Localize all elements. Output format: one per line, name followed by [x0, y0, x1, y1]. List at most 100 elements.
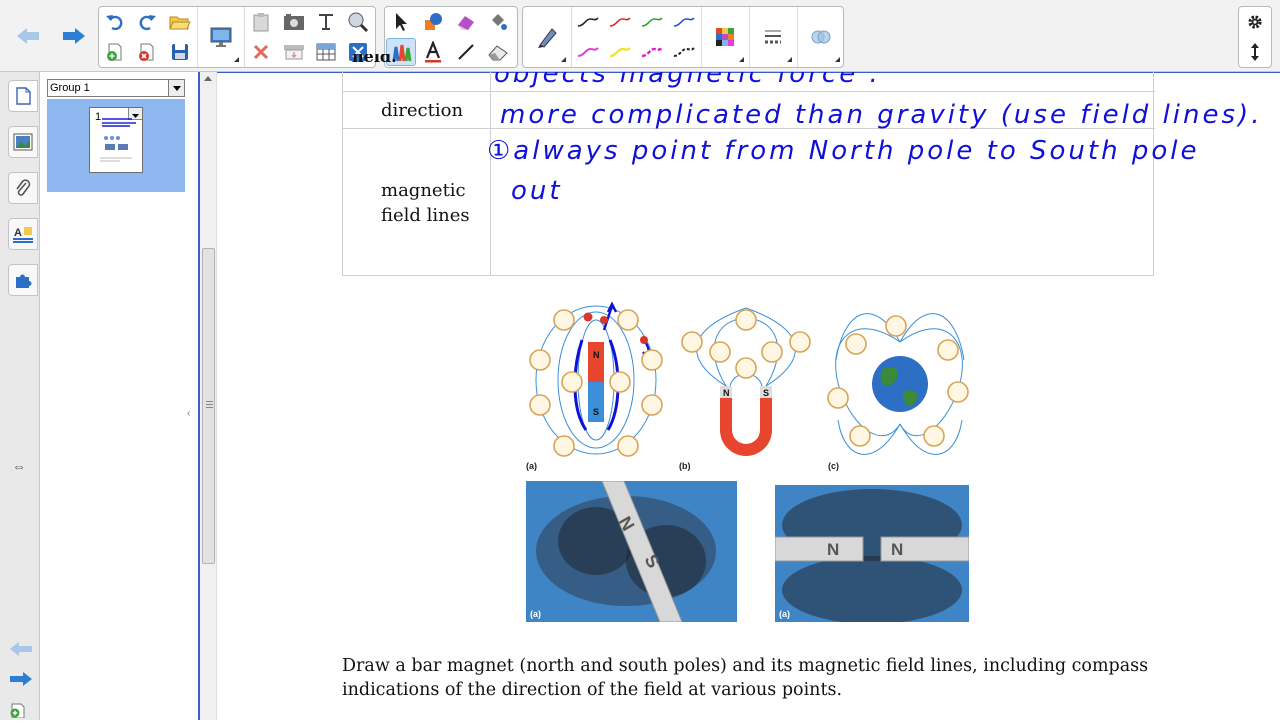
highlighter-preset-yellow[interactable] [605, 38, 635, 66]
vertical-scrollbar[interactable] [200, 72, 217, 720]
redo-button[interactable] [132, 8, 162, 36]
row-label-magnetic: magnetic [381, 180, 466, 201]
cursor-arrow-icon [396, 13, 407, 31]
undo-button[interactable] [100, 8, 130, 36]
puzzle-piece-icon [16, 274, 32, 288]
settings-group [1238, 6, 1272, 68]
scroll-up-icon[interactable] [204, 76, 212, 81]
svg-text:A: A [14, 227, 22, 239]
highlighter-preset-magenta[interactable] [573, 38, 603, 66]
screen-shade-icon [284, 45, 304, 60]
gallery-icon [13, 133, 33, 151]
squiggle-magenta-icon [577, 47, 599, 57]
line-style-button[interactable] [755, 8, 791, 66]
magnetic-field-diagrams[interactable]: N S (a) N S (b) (c) [524, 300, 974, 475]
scrollbar-thumb[interactable] [202, 248, 215, 564]
eraser-icon [458, 16, 474, 30]
bar-magnet-n-label: N [593, 350, 600, 360]
paste-button[interactable] [246, 8, 276, 36]
screen-capture-button[interactable] [279, 8, 309, 36]
add-page-icon [10, 703, 25, 719]
save-button[interactable] [165, 38, 195, 66]
attachments-tab[interactable] [8, 172, 38, 204]
resize-sorter-icon[interactable]: ⇔ [12, 458, 26, 474]
clipboard-icon [253, 13, 269, 32]
pen-preset-dashed-magenta[interactable] [637, 38, 667, 66]
open-file-button[interactable] [165, 8, 195, 36]
row-label-field-lines: field lines [381, 205, 470, 226]
text-tool[interactable] [418, 38, 448, 66]
squiggle-red-icon [609, 17, 631, 27]
eraser-tool-top[interactable] [451, 8, 481, 36]
pen-icon [538, 28, 557, 48]
page-sorter-tab[interactable] [8, 80, 38, 112]
paperclip-icon [16, 179, 31, 196]
line-icon [458, 44, 474, 60]
toolbar-position-button[interactable] [1240, 38, 1270, 66]
properties-tab[interactable]: A [8, 218, 38, 250]
gallery-tab[interactable] [8, 126, 38, 158]
pen-preset-red[interactable] [605, 8, 635, 36]
eraser-icon [488, 45, 508, 61]
pen-preset-green[interactable] [637, 8, 667, 36]
ink-note-out: out [511, 176, 563, 206]
iron-filings-photo-1[interactable]: N S (a) [526, 481, 737, 622]
sidebar-previous-page-button[interactable] [8, 640, 34, 663]
pen-preset-dashed-black[interactable] [669, 38, 699, 66]
monitor-icon [210, 27, 232, 47]
fill-tool[interactable] [483, 8, 513, 36]
delete-page-button[interactable] [132, 38, 162, 66]
diagram-b-label: (b) [679, 461, 691, 471]
line-tool[interactable] [451, 38, 481, 66]
squiggle-dashed-magenta-icon [641, 47, 663, 58]
arrow-right-icon [10, 672, 32, 686]
row-label-field: field. [352, 54, 397, 64]
ink-note-row1-clip: objects magnetic force . [490, 72, 890, 90]
shapes-tool[interactable] [418, 8, 448, 36]
previous-page-button[interactable] [10, 7, 46, 65]
line-weight-icon [765, 30, 781, 44]
pen-type-button[interactable] [529, 8, 565, 66]
next-page-button[interactable] [56, 7, 92, 65]
instructions-text: Draw a bar magnet (north and south poles… [342, 654, 1162, 702]
addons-tab[interactable] [8, 264, 38, 296]
group-select-value: Group 1 [50, 82, 90, 94]
settings-button[interactable] [1240, 8, 1270, 36]
screen-shade-button[interactable] [279, 38, 309, 66]
side-tab-strip: A ⇔ [0, 72, 40, 720]
photo-1-caption: (a) [530, 609, 541, 619]
folder-open-icon [169, 16, 191, 30]
pen-preset-blue[interactable] [669, 8, 699, 36]
chevron-down-icon[interactable] [168, 80, 184, 96]
horseshoe-magnet-diagram: N S (b) [679, 307, 811, 471]
sorter-collapse-handle[interactable]: ‹ [187, 408, 190, 419]
earth-field-diagram: (c) [827, 313, 969, 471]
select-tool[interactable] [386, 8, 416, 36]
page-sorter-panel: Group 1 1 [40, 72, 200, 720]
ink-note-field-lines: ①always point from North pole to South p… [487, 136, 1200, 166]
pen-preset-black[interactable] [573, 8, 603, 36]
magnifier-globe-icon [348, 12, 369, 33]
squiggle-blue-icon [673, 17, 695, 27]
group-select[interactable]: Group 1 [47, 79, 185, 97]
photo-2-n-left-label: N [827, 540, 839, 559]
eraser-tool[interactable] [483, 38, 513, 66]
recognition-button[interactable] [343, 8, 373, 36]
insert-text-button[interactable] [311, 8, 341, 36]
photo-2-image: N N [775, 485, 969, 622]
color-palette-button[interactable] [707, 8, 743, 66]
gear-icon [1248, 15, 1262, 29]
main-toolbar [0, 0, 1280, 72]
insert-table-button[interactable] [311, 38, 341, 66]
transparency-button[interactable] [803, 8, 839, 66]
page-thumbnail[interactable]: 1 [89, 107, 143, 173]
photo-2-caption: (a) [779, 609, 790, 619]
iron-filings-photo-2[interactable]: N N (a) [775, 485, 969, 622]
bar-magnet-s-label: S [593, 407, 599, 417]
sidebar-next-page-button[interactable] [8, 670, 34, 693]
undo-icon [106, 15, 123, 31]
instructions-line-1: Draw a bar magnet (north and south poles… [342, 656, 1149, 676]
new-page-button[interactable] [100, 38, 130, 66]
delete-button[interactable] [246, 38, 276, 66]
drawing-tools-group [384, 6, 518, 68]
